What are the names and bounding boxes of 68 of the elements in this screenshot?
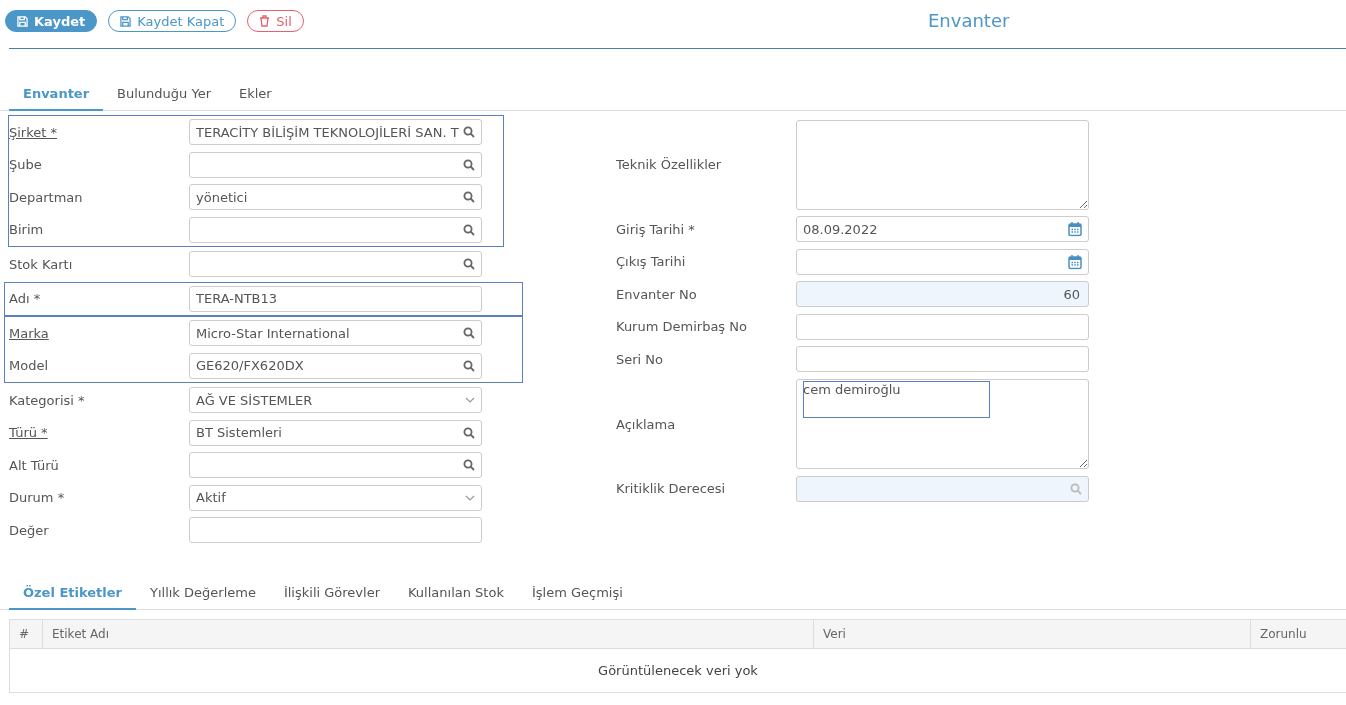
input-field[interactable]: TERA-NTB13 <box>189 285 482 312</box>
field-label: Alt Türü <box>9 457 60 473</box>
input-field[interactable]: Micro-Star International <box>189 320 482 347</box>
field-label[interactable]: Şirket * <box>9 124 189 140</box>
input-field[interactable] <box>189 216 482 243</box>
field-label: Departman <box>9 189 84 205</box>
trash-icon <box>259 15 271 27</box>
search-icon[interactable] <box>463 359 475 372</box>
search-icon[interactable] <box>463 459 475 472</box>
field-label: Seri No <box>616 351 665 367</box>
field-label[interactable]: Türü * <box>9 425 189 441</box>
input-field[interactable] <box>189 251 482 278</box>
tab[interactable]: Kullanılan Stok <box>394 578 518 610</box>
calendar-icon[interactable] <box>1068 221 1082 237</box>
field-label: Envanter No <box>616 286 698 302</box>
text-area[interactable]: cem demiroğlu <box>796 379 1089 469</box>
field-label: Açıklama <box>616 416 677 432</box>
search-icon[interactable] <box>463 223 475 236</box>
field-label: Adı * <box>9 291 42 307</box>
field-label: Şube <box>9 157 43 173</box>
tab[interactable]: Ekler <box>225 79 286 111</box>
column-header[interactable]: Zorunlu <box>1250 620 1346 648</box>
page-title: Envanter <box>928 10 1010 31</box>
save-icon <box>120 15 132 27</box>
search-icon[interactable] <box>463 426 475 439</box>
search-icon[interactable] <box>463 158 475 171</box>
search-icon[interactable] <box>463 258 475 271</box>
date-field[interactable]: 08.09.2022 <box>796 216 1089 243</box>
field-label: Stok Kartı <box>9 256 74 272</box>
input-field[interactable]: TERACİTY BİLİŞİM TEKNOLOJİLERİ SAN. T <box>189 119 482 146</box>
search-icon[interactable] <box>463 327 475 340</box>
input-field[interactable]: GE620/FX620DX <box>189 352 482 379</box>
dropdown-field[interactable]: AĞ VE SİSTEMLER <box>189 387 482 414</box>
field-label: Durum * <box>9 490 66 506</box>
tab[interactable]: İlişkili Görevler <box>269 578 394 610</box>
calendar-icon[interactable] <box>1068 254 1082 270</box>
field-label: Kritiklik Derecesi <box>616 481 727 497</box>
input-field[interactable] <box>796 346 1089 373</box>
field-label: Model <box>9 358 50 374</box>
column-header[interactable]: Veri <box>813 620 1250 648</box>
input-field[interactable]: BT Sistemleri <box>189 419 482 446</box>
tab[interactable]: Yıllık Değerleme <box>136 578 270 610</box>
input-field[interactable] <box>796 313 1089 340</box>
column-header[interactable]: Etiket Adı <box>42 620 813 648</box>
date-field[interactable] <box>796 248 1089 275</box>
tab[interactable]: Bulunduğu Yer <box>103 79 225 111</box>
input-field[interactable] <box>189 452 482 479</box>
empty-message: Görüntülenecek veri yok <box>598 663 758 678</box>
input-field[interactable] <box>189 517 482 544</box>
field-label: Teknik Özellikler <box>616 157 723 172</box>
text-area[interactable] <box>796 119 1089 210</box>
dropdown-field[interactable]: Aktif <box>189 484 482 511</box>
field-label: Giriş Tarihi * <box>616 221 696 237</box>
field-label: Değer <box>9 522 50 538</box>
field-label: Kurum Demirbaş No <box>616 319 748 335</box>
field-label: Birim <box>9 222 45 238</box>
search-icon[interactable] <box>463 191 475 204</box>
column-header[interactable]: # <box>10 620 42 648</box>
chevron-down-icon[interactable] <box>465 397 475 404</box>
tab[interactable]: İşlem Geçmişi <box>517 578 637 610</box>
search-icon[interactable] <box>463 126 475 139</box>
field-label: Çıkış Tarihi <box>616 254 687 270</box>
save-icon <box>17 15 28 27</box>
chevron-down-icon[interactable] <box>465 494 475 501</box>
field-label: Kategorisi * <box>9 392 86 408</box>
input-field[interactable]: yönetici <box>189 184 482 211</box>
field-label[interactable]: Marka <box>9 325 189 341</box>
input-field[interactable] <box>189 151 482 178</box>
